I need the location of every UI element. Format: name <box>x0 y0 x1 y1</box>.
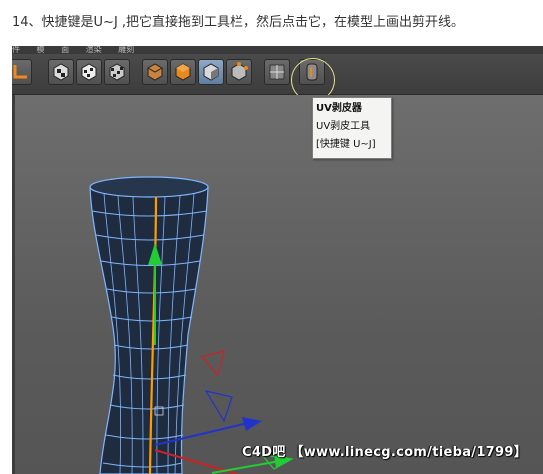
checker-cube-button[interactable] <box>48 59 74 85</box>
menu-item[interactable]: 件 <box>12 46 20 54</box>
cube-orange-icon <box>175 63 191 81</box>
tooltip-shortcut: [快捷键 U~J] <box>316 139 376 150</box>
axis-tool-button[interactable] <box>12 59 32 85</box>
toolbar <box>12 54 543 102</box>
checker-flag-icon <box>109 63 125 81</box>
cube-solid-icon <box>203 63 219 81</box>
menu-item[interactable]: 模 <box>37 46 45 54</box>
tooltip-description: UV剥皮工具 <box>316 121 371 132</box>
watermark: C4D吧 【www.linecg.com/tieba/1799】 <box>242 445 527 460</box>
tooltip-title: UV剥皮器 <box>316 103 362 114</box>
uv-tiles-icon <box>269 64 285 80</box>
checker-sphere-button[interactable] <box>76 59 102 85</box>
viewport-edge <box>12 95 15 474</box>
cube-points-icon <box>231 62 248 81</box>
checker-flag-button[interactable] <box>104 59 130 85</box>
uv-tiles-button[interactable] <box>264 59 290 85</box>
menu-item[interactable]: 渲染 <box>86 46 102 54</box>
cube-orange-button[interactable] <box>170 59 196 85</box>
checker-sphere-icon <box>81 63 97 81</box>
menu-item[interactable]: 面 <box>61 46 69 54</box>
viewport-scene <box>89 176 294 474</box>
tooltip: UV剥皮器 UV剥皮工具 [快捷键 U~J] <box>312 97 392 159</box>
axis-tool-icon <box>13 65 27 79</box>
tutorial-caption: 14、快捷键是U~J ,把它直接拖到工具栏，然后点击它，在模型上画出剪开线。 <box>12 15 465 30</box>
vase-mesh <box>89 176 209 474</box>
cube-wire-icon <box>147 63 163 81</box>
cube-wire-button[interactable] <box>142 59 168 85</box>
cube-points-button[interactable] <box>226 59 252 85</box>
c4d-screenshot: 件 模 面 渲染 雕刻 UV剥皮器 UV剥皮工具 [快捷键 U~J] C4D吧 … <box>12 46 543 474</box>
menu-bar: 件 模 面 渲染 雕刻 <box>12 46 543 54</box>
3d-viewport[interactable] <box>12 95 543 474</box>
cube-solid-button[interactable] <box>198 59 224 85</box>
menu-item[interactable]: 雕刻 <box>118 46 134 54</box>
checker-cube-icon <box>53 63 69 81</box>
